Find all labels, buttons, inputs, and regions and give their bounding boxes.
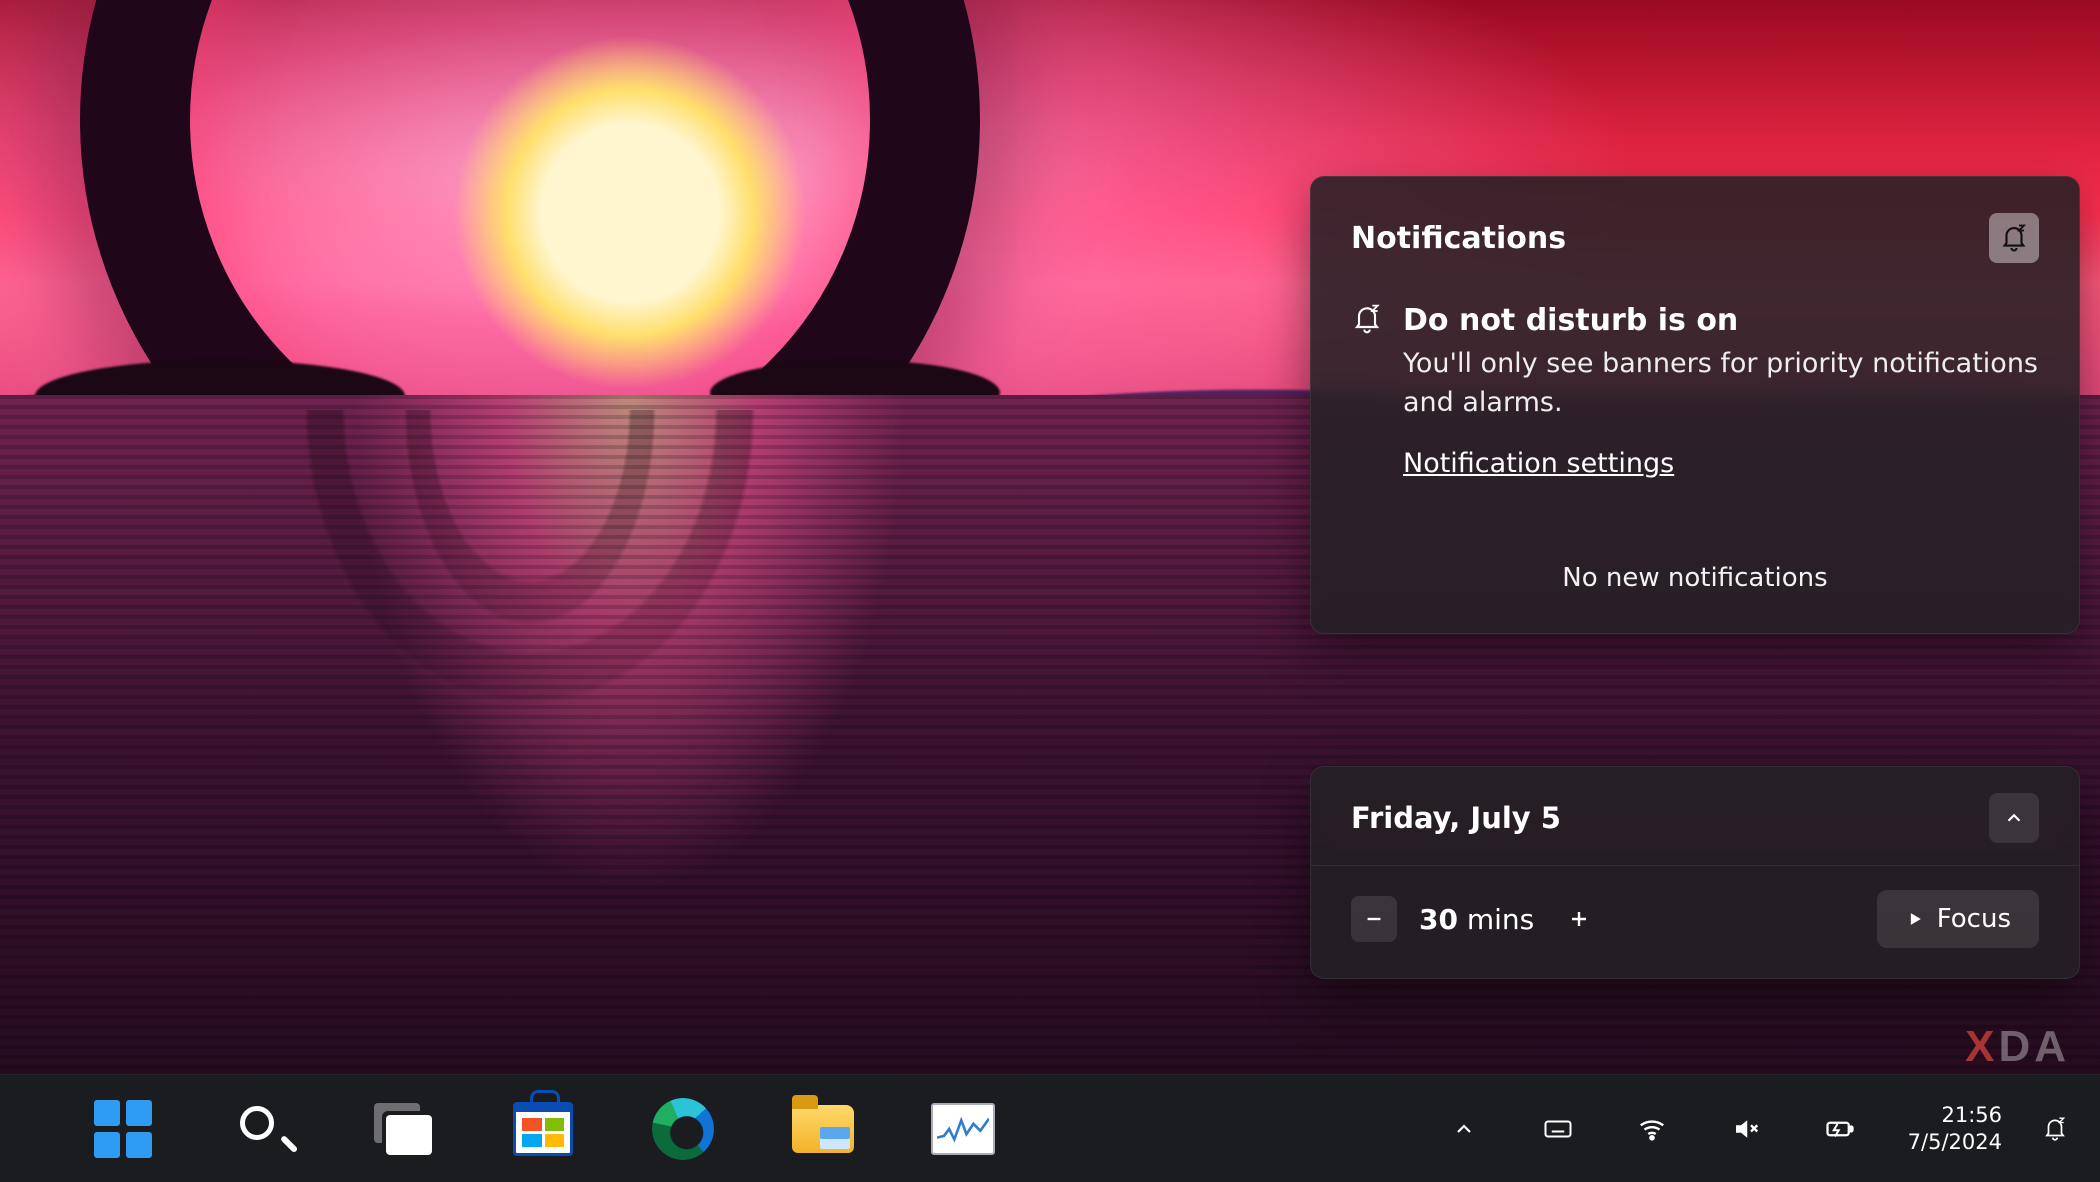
store-icon — [513, 1102, 573, 1156]
focus-duration-value: 30 mins — [1419, 903, 1534, 936]
wifi-icon — [1637, 1114, 1667, 1144]
start-button[interactable] — [88, 1094, 158, 1164]
volume-mute-icon — [1731, 1114, 1761, 1144]
volume-button[interactable] — [1714, 1097, 1778, 1161]
minus-icon — [1363, 908, 1385, 930]
edge-browser-button[interactable] — [648, 1094, 718, 1164]
focus-duration-increase[interactable] — [1556, 896, 1602, 942]
no-notifications-message: No new notifications — [1351, 563, 2039, 593]
calendar-date-label: Friday, July 5 — [1351, 801, 1561, 835]
search-icon — [237, 1103, 289, 1155]
taskbar-date: 7/5/2024 — [1908, 1129, 2002, 1155]
taskbar-time: 21:56 — [1908, 1102, 2002, 1128]
tray-overflow-button[interactable] — [1432, 1097, 1496, 1161]
chevron-up-icon — [2003, 807, 2025, 829]
focus-duration-decrease[interactable] — [1351, 896, 1397, 942]
notifications-panel: Notifications Do not disturb is on You'l… — [1310, 176, 2080, 634]
file-explorer-button[interactable] — [788, 1094, 858, 1164]
resource-monitor-icon — [931, 1103, 995, 1155]
battery-charging-icon — [1825, 1114, 1855, 1144]
play-icon — [1905, 909, 1925, 929]
resource-monitor-button[interactable] — [928, 1094, 998, 1164]
search-button[interactable] — [228, 1094, 298, 1164]
focus-start-button[interactable]: Focus — [1877, 890, 2039, 948]
taskbar: 21:56 7/5/2024 — [0, 1074, 2100, 1182]
folder-icon — [792, 1105, 854, 1153]
bell-snooze-icon — [1999, 223, 2029, 253]
notification-center-button[interactable] — [2038, 1116, 2072, 1142]
plus-icon — [1567, 907, 1591, 931]
keyboard-icon — [1543, 1114, 1573, 1144]
bell-snooze-icon — [1351, 303, 1385, 339]
windows-logo-icon — [94, 1100, 152, 1158]
do-not-disturb-toggle[interactable] — [1989, 213, 2039, 263]
calendar-collapse-button[interactable] — [1989, 793, 2039, 843]
microsoft-store-button[interactable] — [508, 1094, 578, 1164]
dnd-status-title: Do not disturb is on — [1403, 303, 2039, 338]
clock-date-button[interactable]: 21:56 7/5/2024 — [1902, 1096, 2008, 1161]
watermark: XDA — [1965, 1022, 2070, 1072]
bell-snooze-icon — [2042, 1116, 2068, 1142]
calendar-focus-panel: Friday, July 5 30 mins Focus — [1310, 766, 2080, 979]
notifications-title: Notifications — [1351, 221, 1566, 256]
network-button[interactable] — [1620, 1097, 1684, 1161]
battery-button[interactable] — [1808, 1097, 1872, 1161]
edge-icon — [652, 1098, 714, 1160]
notification-settings-link[interactable]: Notification settings — [1403, 448, 2039, 479]
task-view-button[interactable] — [368, 1094, 438, 1164]
focus-duration-stepper: 30 mins — [1351, 896, 1602, 942]
dnd-status-description: You'll only see banners for priority not… — [1403, 344, 2039, 422]
chevron-up-icon — [1452, 1117, 1476, 1141]
task-view-icon — [374, 1103, 432, 1155]
input-indicator-button[interactable] — [1526, 1097, 1590, 1161]
